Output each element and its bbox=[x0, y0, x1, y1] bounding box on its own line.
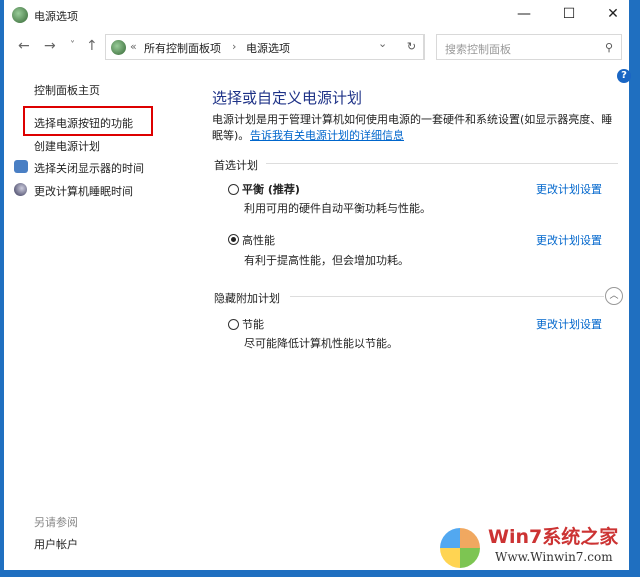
user-accounts-link[interactable]: 用户帐户 bbox=[34, 536, 78, 552]
sidebar-item-sleep-time[interactable]: 更改计算机睡眠时间 bbox=[34, 183, 133, 199]
learn-more-link[interactable]: 告诉我有关电源计划的详细信息 bbox=[250, 127, 404, 143]
watermark-brand: Win7系统之家 bbox=[488, 526, 619, 548]
change-plan-settings-balanced[interactable]: 更改计划设置 bbox=[536, 181, 602, 197]
plan-high-performance-radio[interactable] bbox=[228, 234, 239, 245]
overflow-chevron[interactable]: « bbox=[130, 40, 137, 53]
divider bbox=[290, 296, 604, 297]
watermark-url: Www.Winwin7.com bbox=[495, 550, 613, 564]
monitor-clock-icon bbox=[14, 160, 28, 173]
windows-logo-icon bbox=[440, 528, 480, 568]
preferred-plans-label: 首选计划 bbox=[214, 159, 258, 172]
maximize-button[interactable]: ☐ bbox=[554, 4, 584, 24]
plan-power-saver-name[interactable]: 节能 bbox=[242, 316, 264, 332]
address-bar[interactable]: « 所有控制面板项 › 电源选项 ⌄ bbox=[105, 34, 425, 60]
see-also-label: 另请参阅 bbox=[34, 516, 78, 529]
moon-sleep-icon bbox=[14, 183, 27, 196]
plan-balanced-name[interactable]: 平衡 (推荐) bbox=[242, 181, 300, 197]
sidebar-item-create-plan[interactable]: 创建电源计划 bbox=[34, 138, 100, 154]
plan-balanced-radio[interactable] bbox=[228, 184, 239, 195]
navigation-bar: ← → ˅ ↑ « 所有控制面板项 › 电源选项 ⌄ ↻ 搜索控制面板 ⚲ bbox=[4, 34, 629, 60]
plan-high-performance-name[interactable]: 高性能 bbox=[242, 232, 275, 248]
watermark: Win7系统之家 Www.Winwin7.com bbox=[440, 520, 635, 570]
plan-power-saver-desc: 尽可能降低计算机性能以节能。 bbox=[244, 337, 398, 350]
up-button[interactable]: ↑ bbox=[86, 38, 98, 54]
search-icon[interactable]: ⚲ bbox=[605, 41, 613, 54]
sidebar-item-control-panel-home[interactable]: 控制面板主页 bbox=[34, 82, 100, 98]
refresh-button[interactable]: ↻ bbox=[400, 34, 424, 60]
power-options-icon bbox=[12, 7, 28, 23]
divider bbox=[266, 163, 618, 164]
change-plan-settings-power-saver[interactable]: 更改计划设置 bbox=[536, 316, 602, 332]
hidden-plans-label: 隐藏附加计划 bbox=[214, 292, 280, 305]
recent-locations-button[interactable]: ˅ bbox=[70, 40, 75, 51]
help-icon[interactable]: ? bbox=[617, 69, 631, 83]
minimize-button[interactable]: — bbox=[509, 4, 539, 24]
address-dropdown-button[interactable]: ⌄ bbox=[378, 37, 387, 50]
description-line2: 眠等)。 bbox=[212, 129, 250, 142]
collapse-chevron-up-icon[interactable]: ︿ bbox=[605, 287, 623, 305]
breadcrumb-power-options[interactable]: 电源选项 bbox=[246, 40, 290, 56]
window-title: 电源选项 bbox=[34, 10, 78, 23]
search-placeholder: 搜索控制面板 bbox=[445, 43, 511, 56]
back-button[interactable]: ← bbox=[18, 38, 30, 54]
breadcrumb-all-items[interactable]: 所有控制面板项 bbox=[144, 40, 221, 56]
page-title: 选择或自定义电源计划 bbox=[212, 89, 363, 107]
description-line1: 电源计划是用于管理计算机如何使用电源的一套硬件和系统设置(如显示器亮度、睡 bbox=[212, 113, 613, 126]
title-bar: 电源选项 — ☐ ✕ bbox=[4, 0, 629, 30]
sidebar-item-power-button[interactable]: 选择电源按钮的功能 bbox=[34, 115, 133, 131]
change-plan-settings-high-performance[interactable]: 更改计划设置 bbox=[536, 232, 602, 248]
plan-high-performance-desc: 有利于提高性能，但会增加功耗。 bbox=[244, 254, 409, 267]
search-input[interactable]: 搜索控制面板 ⚲ bbox=[436, 34, 622, 60]
forward-button[interactable]: → bbox=[44, 38, 56, 54]
sidebar-item-display-off[interactable]: 选择关闭显示器的时间 bbox=[34, 160, 144, 176]
close-button[interactable]: ✕ bbox=[598, 4, 628, 24]
plan-balanced-desc: 利用可用的硬件自动平衡功耗与性能。 bbox=[244, 202, 431, 215]
power-options-window: 电源选项 — ☐ ✕ ← → ˅ ↑ « 所有控制面板项 › 电源选项 ⌄ ↻ … bbox=[4, 0, 631, 570]
plan-power-saver-radio[interactable] bbox=[228, 319, 239, 330]
control-panel-icon bbox=[111, 40, 126, 55]
breadcrumb-separator[interactable]: › bbox=[232, 40, 236, 53]
